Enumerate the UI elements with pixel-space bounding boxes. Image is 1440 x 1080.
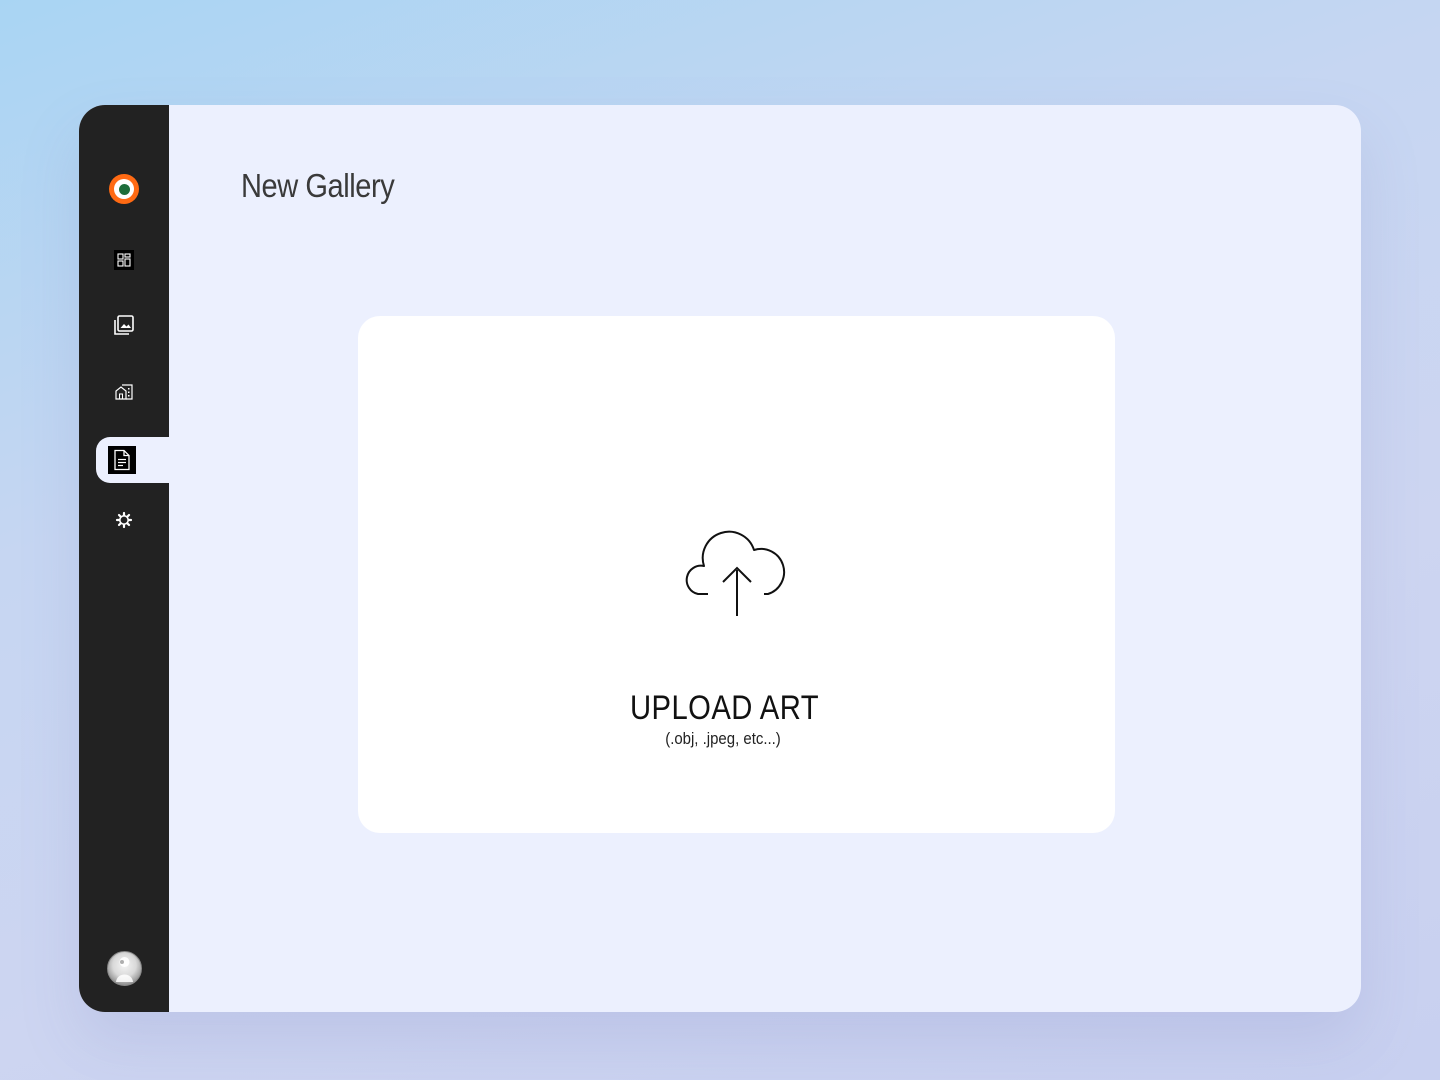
document-icon	[108, 446, 136, 474]
logo-icon[interactable]	[109, 174, 139, 204]
sidebar-item-settings[interactable]	[79, 497, 169, 543]
page-title: New Gallery	[241, 167, 395, 204]
avatar[interactable]	[107, 951, 142, 986]
upload-dropzone[interactable]: UPLOAD ART (.obj, .jpeg, etc...)	[358, 316, 1115, 833]
sidebar-item-buildings[interactable]	[79, 368, 169, 414]
gear-icon	[110, 506, 138, 534]
sidebar-item-documents[interactable]	[96, 437, 169, 483]
buildings-icon	[110, 377, 138, 405]
logo-dot	[118, 183, 130, 195]
image-gallery-icon	[110, 311, 138, 339]
dashboard-grid-icon	[114, 250, 134, 270]
upload-hint: (.obj, .jpeg, etc...)	[665, 729, 781, 748]
cloud-upload-icon	[685, 530, 786, 616]
app-window: New Gallery UPLOAD ART (.obj, .jpeg, etc…	[79, 105, 1361, 1012]
sidebar-item-gallery[interactable]	[79, 302, 169, 348]
sidebar-item-dashboard[interactable]	[79, 237, 169, 283]
upload-label: UPLOAD ART	[629, 689, 820, 727]
logo-ring	[114, 179, 134, 199]
sidebar	[79, 105, 169, 1012]
